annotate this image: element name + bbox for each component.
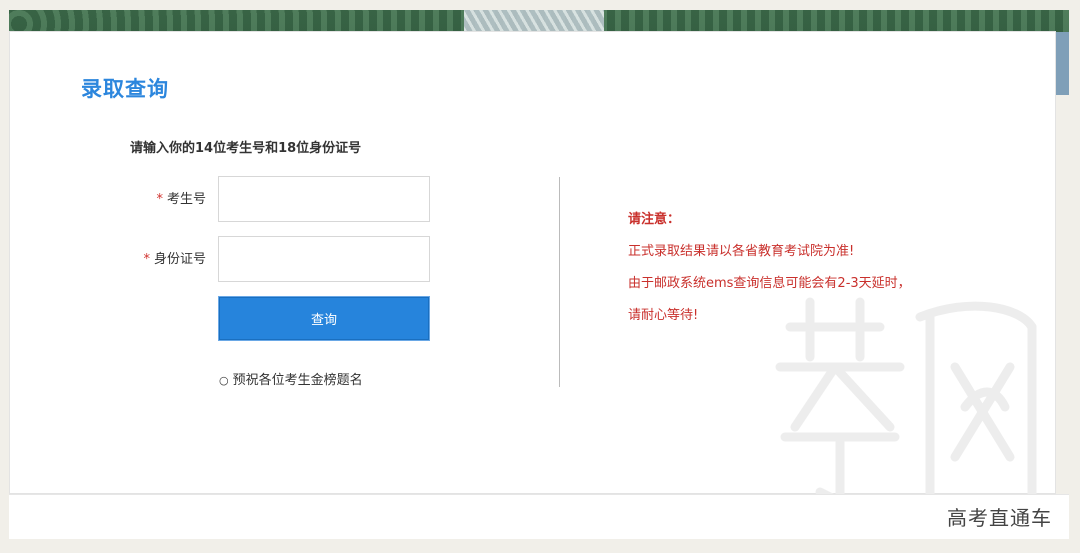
id-number-label: * 身份证号 — [143, 252, 206, 267]
watermark-seal-icon — [775, 297, 1037, 507]
footer-strip — [9, 494, 1069, 539]
circle-bullet-icon: ○ — [219, 374, 229, 387]
vertical-divider — [559, 177, 560, 387]
notice-title: 请注意： — [628, 212, 681, 227]
id-number-input[interactable] — [218, 236, 430, 282]
exam-number-input[interactable] — [218, 176, 430, 222]
exam-number-label: * 考生号 — [156, 192, 206, 207]
query-button[interactable]: 查询 — [218, 296, 430, 341]
wish-text: ○ 预祝各位考生金榜题名 — [219, 373, 363, 388]
required-mark: * — [143, 252, 150, 267]
notice-line: 正式录取结果请以各省教育考试院为准! — [628, 244, 855, 259]
brand-watermark: 高考直通车 — [947, 506, 1052, 530]
required-mark: * — [156, 192, 163, 207]
query-panel: 录取查询 请输入你的14位考生号和18位身份证号 * 考生号 * 身份证号 查询 ○… — [9, 31, 1056, 507]
instruction-text: 请输入你的14位考生号和18位身份证号 — [130, 141, 362, 156]
banner-tower — [464, 10, 604, 32]
page-title: 录取查询 — [81, 77, 169, 101]
